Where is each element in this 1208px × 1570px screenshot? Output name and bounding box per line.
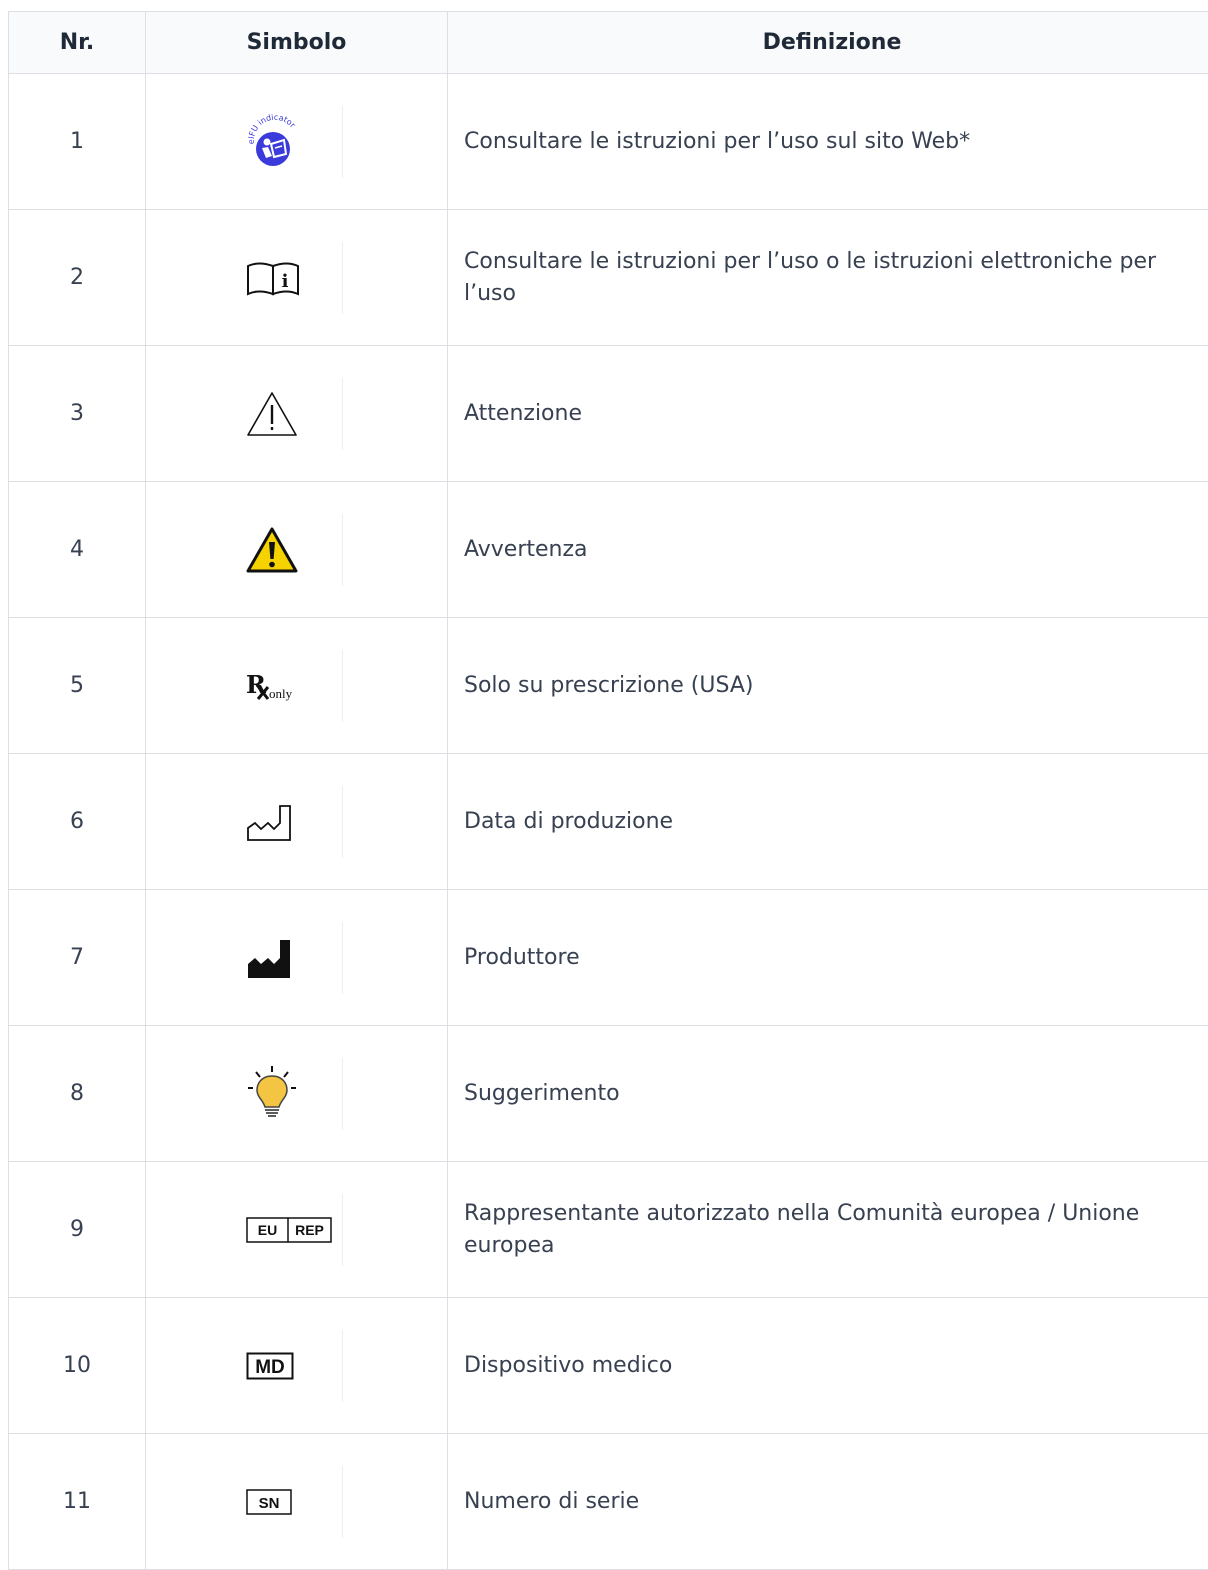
row-number: 7 bbox=[9, 890, 146, 1026]
header-nr: Nr. bbox=[9, 12, 146, 74]
manufacturer-icon bbox=[246, 936, 294, 980]
table-row: 9 EU REP Rappresentante autorizzato nell… bbox=[9, 1162, 1208, 1298]
row-definition: Numero di serie bbox=[448, 1434, 1208, 1570]
row-number: 9 bbox=[9, 1162, 146, 1298]
header-symbol: Simbolo bbox=[146, 12, 448, 74]
row-definition: Consultare le istruzioni per l’uso sul s… bbox=[448, 74, 1208, 210]
serial-number-icon: SN bbox=[246, 1489, 292, 1515]
symbols-table: Nr. Simbolo Definizione 1 eIFU indicator bbox=[8, 11, 1208, 1570]
table-row: 5 R only Solo su prescrizione (USA) bbox=[9, 618, 1208, 754]
rx-only-icon: R only bbox=[246, 669, 306, 703]
row-definition: Attenzione bbox=[448, 346, 1208, 482]
row-definition: Suggerimento bbox=[448, 1026, 1208, 1162]
row-number: 8 bbox=[9, 1026, 146, 1162]
warning-icon bbox=[246, 526, 298, 574]
tip-lightbulb-icon bbox=[246, 1064, 298, 1124]
medical-device-icon: MD bbox=[246, 1352, 294, 1380]
caution-icon bbox=[246, 390, 298, 438]
row-definition: Avvertenza bbox=[448, 482, 1208, 618]
table-row: 4 Avvertenza bbox=[9, 482, 1208, 618]
row-number: 2 bbox=[9, 210, 146, 346]
eifu-indicator-icon: eIFU indicator bbox=[246, 114, 302, 170]
svg-text:only: only bbox=[269, 686, 293, 701]
table-row: 7 Produttore bbox=[9, 890, 1208, 1026]
row-number: 6 bbox=[9, 754, 146, 890]
row-definition: Solo su prescrizione (USA) bbox=[448, 618, 1208, 754]
row-definition: Dispositivo medico bbox=[448, 1298, 1208, 1434]
consult-instructions-icon: i bbox=[246, 258, 300, 298]
table-row: 2 i Consultare le istruzioni per l’uso o… bbox=[9, 210, 1208, 346]
table-row: 8 Suggerimento bbox=[9, 1026, 1208, 1162]
svg-text:MD: MD bbox=[255, 1357, 285, 1378]
table-header-row: Nr. Simbolo Definizione bbox=[9, 12, 1208, 74]
row-number: 3 bbox=[9, 346, 146, 482]
table-row: 10 MD Dispositivo medico bbox=[9, 1298, 1208, 1434]
row-number: 10 bbox=[9, 1298, 146, 1434]
row-definition: Rappresentante autorizzato nella Comunit… bbox=[448, 1162, 1208, 1298]
row-number: 4 bbox=[9, 482, 146, 618]
svg-text:SN: SN bbox=[259, 1495, 280, 1512]
header-definition: Definizione bbox=[448, 12, 1208, 74]
row-definition: Consultare le istruzioni per l’uso o le … bbox=[448, 210, 1208, 346]
table-row: 6 Data di produzione bbox=[9, 754, 1208, 890]
row-number: 1 bbox=[9, 74, 146, 210]
svg-text:REP: REP bbox=[295, 1222, 324, 1238]
svg-text:EU: EU bbox=[258, 1222, 277, 1238]
eu-rep-icon: EU REP bbox=[246, 1217, 332, 1243]
row-number: 5 bbox=[9, 618, 146, 754]
svg-text:i: i bbox=[282, 271, 289, 292]
row-number: 11 bbox=[9, 1434, 146, 1570]
table-row: 3 Attenzione bbox=[9, 346, 1208, 482]
row-definition: Produttore bbox=[448, 890, 1208, 1026]
table-row: 1 eIFU indicator bbox=[9, 74, 1208, 210]
date-of-manufacture-icon bbox=[246, 802, 294, 842]
row-definition: Data di produzione bbox=[448, 754, 1208, 890]
table-row: 11 SN Numero di serie bbox=[9, 1434, 1208, 1570]
